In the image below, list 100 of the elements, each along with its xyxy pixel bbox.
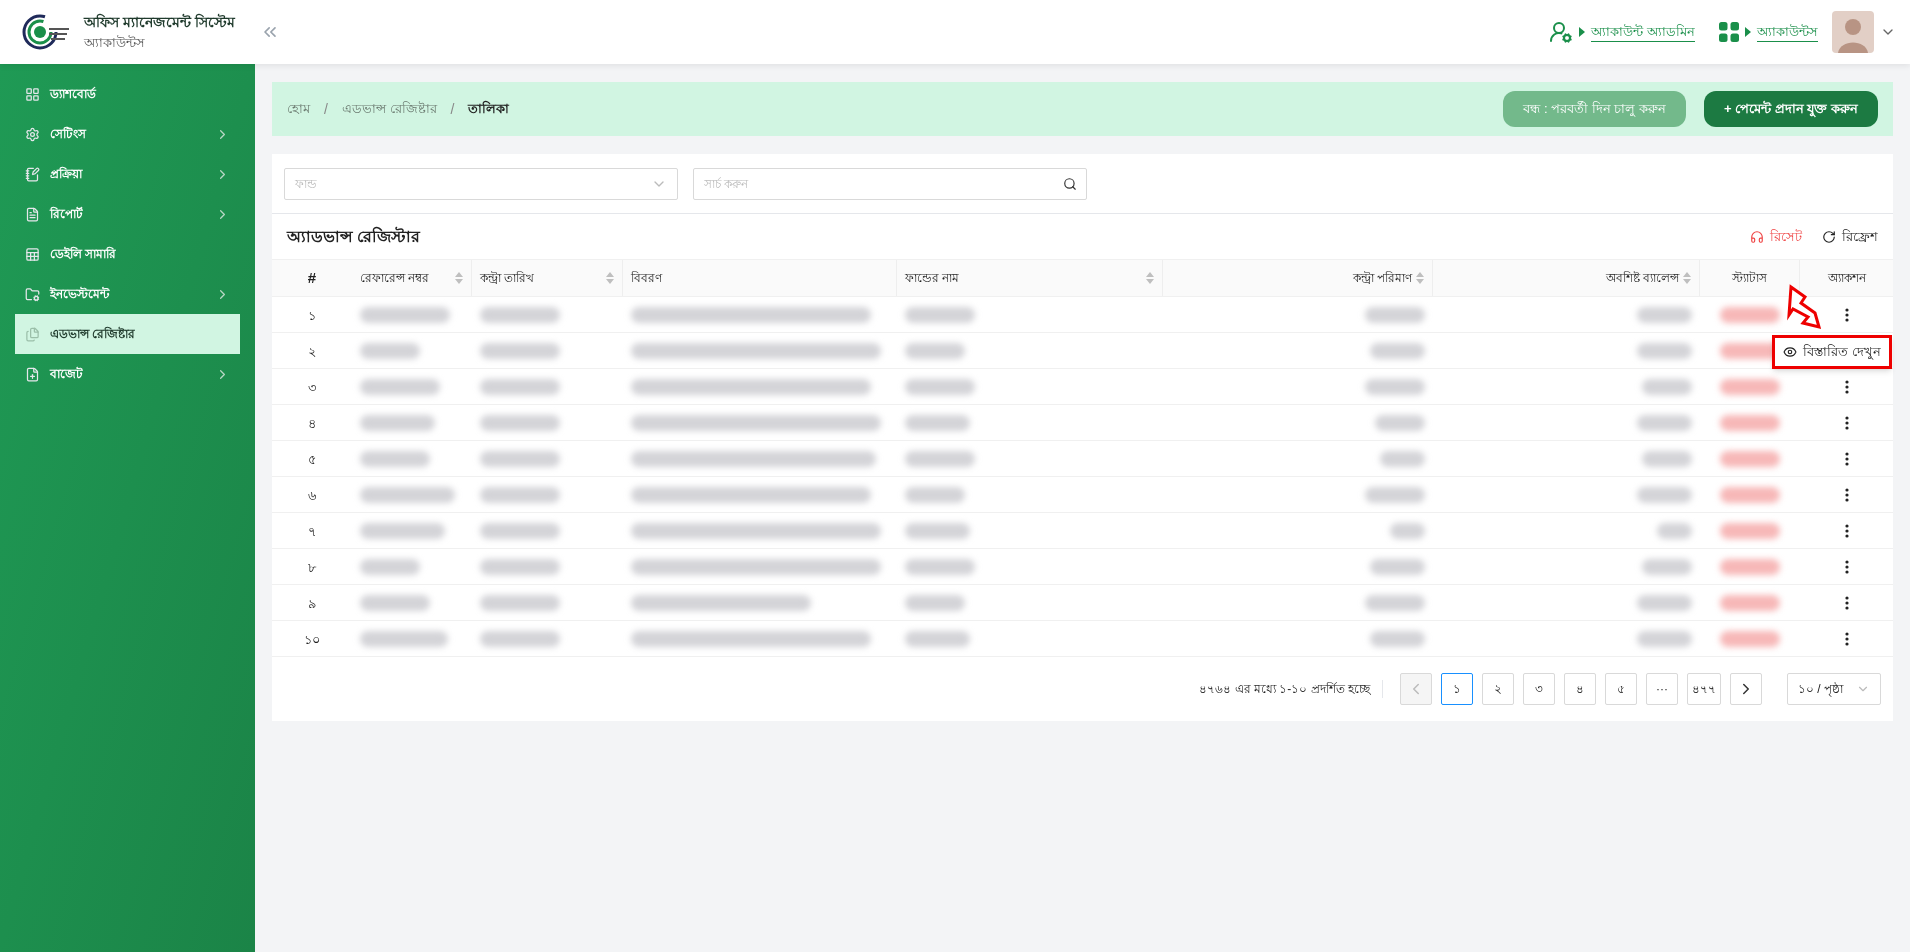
redacted-value — [360, 594, 430, 611]
page-button[interactable]: ৪৭৭ — [1687, 673, 1721, 705]
sidebar-label: ডেইলি সামারি — [50, 245, 118, 263]
row-number: ১০ — [304, 631, 320, 647]
redacted-value — [1365, 594, 1425, 611]
sidebar-item[interactable]: প্রক্রিয়া — [15, 154, 240, 194]
module-link[interactable]: অ্যাকাউন্টস — [1757, 21, 1818, 43]
action-button[interactable]: + পেমেন্ট প্রদান যুক্ত করুন — [1703, 91, 1878, 127]
kebab-icon — [1844, 307, 1849, 322]
kebab-icon — [1844, 595, 1849, 610]
redacted-value — [1720, 630, 1780, 647]
refresh-icon — [1822, 229, 1836, 244]
redacted-value — [905, 306, 975, 323]
redacted-value — [905, 414, 970, 431]
column-header[interactable]: অবশিষ্ট ব্যালেন্স — [1433, 260, 1700, 296]
sidebar-label: সেটিংস — [50, 125, 88, 143]
folder-gear-icon — [25, 286, 40, 302]
page-button[interactable]: ১ — [1441, 673, 1473, 705]
redacted-value — [360, 342, 420, 359]
view-details-menu-item[interactable]: বিস্তারিত দেখুন — [1783, 342, 1881, 362]
redacted-value — [1637, 594, 1692, 611]
redacted-value — [1365, 378, 1425, 395]
redacted-value — [1720, 486, 1780, 503]
redacted-value — [905, 630, 970, 647]
kebab-icon — [1844, 559, 1849, 574]
column-header[interactable]: ফান্ডের নাম — [897, 260, 1163, 296]
kebab-icon — [1844, 631, 1849, 646]
app-subtitle: অ্যাকাউন্টস — [84, 33, 146, 52]
row-number: ৩ — [308, 379, 316, 395]
redacted-value — [1390, 522, 1425, 539]
sidebar-item[interactable]: সেটিংস — [15, 114, 240, 154]
redacted-value — [1637, 414, 1692, 431]
eye-icon — [1783, 345, 1798, 359]
sidebar-label: রিপোর্ট — [50, 205, 84, 223]
row-number: ৮ — [308, 559, 316, 575]
redacted-value — [1380, 450, 1425, 467]
column-header: # — [306, 267, 318, 288]
column-header[interactable]: কন্ট্রা পরিমাণ — [1163, 260, 1433, 296]
sidebar-item[interactable]: ডেইলি সামারি — [15, 234, 240, 274]
sort-icon — [606, 272, 614, 284]
search-icon — [1063, 176, 1077, 191]
sidebar-label: ড্যাশবোর্ড — [50, 86, 98, 103]
redacted-value — [905, 594, 965, 611]
redacted-value — [1370, 342, 1425, 359]
sort-icon — [455, 272, 463, 284]
page-button[interactable]: ৩ — [1523, 673, 1555, 705]
page-size-select[interactable]: ১০ / পৃষ্ঠা — [1787, 673, 1881, 705]
column-header[interactable]: রেফারেন্স নম্বর — [352, 260, 472, 296]
sort-icon — [1416, 272, 1424, 284]
caret-icon — [1579, 27, 1586, 37]
sidebar-item[interactable]: ইনভেস্টমেন্ট — [15, 274, 240, 314]
breadcrumb-current: তালিকা — [468, 99, 510, 119]
logo-icon — [22, 14, 72, 50]
redacted-value — [1642, 378, 1692, 395]
redacted-value — [1642, 450, 1692, 467]
sort-icon — [1683, 272, 1691, 284]
breadcrumb-link[interactable]: হোম — [287, 99, 310, 119]
kebab-icon — [1844, 451, 1849, 466]
row-number: ৯ — [308, 595, 316, 611]
role-link[interactable]: অ্যাকাউন্ট অ্যাডমিন — [1591, 21, 1695, 43]
search-field[interactable]: সার্চ করুন — [693, 167, 1087, 200]
redacted-value — [905, 486, 965, 503]
sidebar-item[interactable]: ড্যাশবোর্ড — [15, 74, 240, 114]
kebab-icon — [1844, 523, 1849, 538]
grid-icon — [25, 86, 40, 102]
page-button[interactable]: ৫ — [1605, 673, 1637, 705]
page-button[interactable]: ২ — [1482, 673, 1514, 705]
redacted-value — [905, 378, 975, 395]
row-number: ৪ — [308, 415, 316, 431]
breadcrumb-link[interactable]: এডভান্স রেজিষ্টার — [341, 99, 437, 119]
redacted-value — [1720, 558, 1780, 575]
redacted-value — [1720, 450, 1780, 467]
redacted-value — [360, 558, 420, 575]
sidebar-item[interactable]: এডভান্স রেজিষ্টার — [15, 314, 240, 354]
redacted-value — [1720, 414, 1780, 431]
sidebar-label: ইনভেস্টমেন্ট — [50, 286, 111, 303]
table-title: অ্যাডভান্স রেজিস্টার — [287, 225, 422, 247]
redacted-value — [1637, 630, 1692, 647]
reset-button[interactable]: রিসেট — [1750, 226, 1802, 247]
page-button[interactable]: ৪ — [1564, 673, 1596, 705]
caret-icon — [1745, 27, 1751, 37]
breadcrumb-separator: / — [450, 99, 455, 119]
sidebar-item[interactable]: বাজেট — [15, 354, 240, 394]
sidebar-item[interactable]: রিপোর্ট — [15, 194, 240, 234]
redacted-value — [905, 558, 975, 575]
row-number: ৭ — [308, 523, 316, 539]
page-button[interactable]: ··· — [1646, 673, 1678, 705]
apps-icon — [1719, 22, 1739, 42]
refresh-button[interactable]: রিফ্রেশ — [1822, 226, 1878, 247]
fund-placeholder: ফান্ড — [295, 175, 318, 193]
kebab-icon — [1844, 415, 1849, 430]
row-number: ২ — [308, 343, 316, 359]
sort-icon — [1146, 272, 1154, 284]
row-number: ৬ — [308, 487, 316, 503]
user-switch-icon — [1549, 20, 1574, 44]
column-header[interactable]: কন্ট্রা তারিখ — [472, 260, 623, 296]
spreadsheet-icon — [25, 246, 40, 262]
gear-icon — [25, 126, 40, 142]
column-header: অ্যাকশন — [1826, 270, 1868, 287]
sidebar-label: এডভান্স রেজিষ্টার — [50, 325, 137, 343]
